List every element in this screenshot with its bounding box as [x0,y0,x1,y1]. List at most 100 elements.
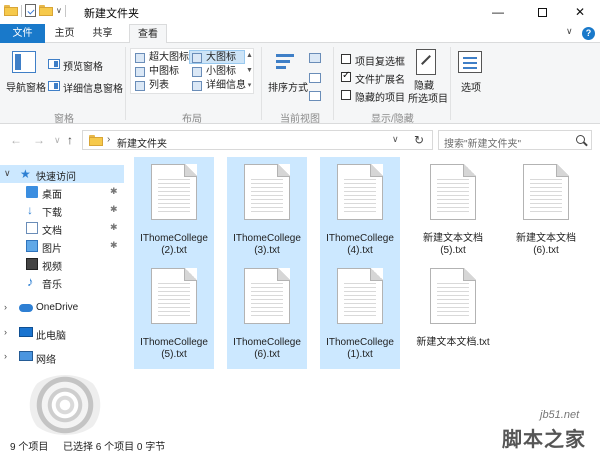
group-separator [261,47,262,120]
text-file-icon [430,164,476,220]
sidebar-item-onedrive[interactable]: › OneDrive [0,299,124,317]
ribbon-collapse-icon[interactable]: ∨ [566,26,573,37]
search-placeholder: 搜索"新建文件夹" [444,139,522,150]
qat-separator [64,4,66,17]
sort-by-icon[interactable] [274,51,298,75]
minimize-button[interactable]: — [478,0,518,24]
sort-by-button[interactable]: 排序方式 [268,79,308,94]
details-pane-button[interactable]: 详细信息窗格 [63,80,123,95]
refresh-icon[interactable]: ↻ [414,133,424,147]
layout-extra-large-icons[interactable]: 超大图标 [133,51,189,65]
sidebar-item-documents[interactable]: 文档 ✱ [0,219,124,237]
layout-details[interactable]: 详细信息 [190,79,246,93]
chevron-down-icon[interactable]: ∨ [4,168,11,179]
folder-icon [4,5,18,16]
file-name: IThomeCollege (2).txt [140,233,208,256]
file-item[interactable]: 新建文本文档 (5).txt [413,157,493,265]
file-item[interactable]: 新建文本文档.txt [413,261,493,369]
item-count: 9 个项目 [10,442,49,453]
help-icon[interactable]: ? [582,27,595,40]
forward-button[interactable]: → [33,133,45,147]
sidebar-item-pictures[interactable]: 图片 ✱ [0,237,124,255]
breadcrumb[interactable]: 新建文件夹 [117,135,167,150]
navigation-pane: ∨ ★ 快速访问 桌面 ✱ ↓ 下载 ✱ 文档 ✱ 图片 ✱ 视频 ♪ 音乐 ›… [0,158,124,435]
size-columns-icon[interactable] [309,91,321,101]
sidebar-item-label: 下载 [42,208,62,219]
tab-share[interactable]: 共享 [85,24,120,43]
sidebar-item-music[interactable]: ♪ 音乐 [0,273,124,291]
file-item[interactable]: IThomeCollege (4).txt [320,157,400,265]
hide-selected-label-2[interactable]: 所选项目 [408,90,448,105]
up-button[interactable]: ↑ [67,133,73,147]
text-file-icon [523,164,569,220]
address-bar[interactable]: › 新建文件夹 ∨ ↻ [82,130,433,150]
options-icon[interactable] [458,51,482,73]
navigation-pane-icon[interactable] [12,51,36,73]
file-name: IThomeCollege (4).txt [326,233,394,256]
sidebar-item-downloads[interactable]: ↓ 下载 ✱ [0,201,124,219]
properties-icon[interactable] [25,4,36,17]
chevron-right-icon[interactable]: › [4,302,7,312]
small-icons-icon [192,67,202,77]
layout-large-icons[interactable]: 大图标 [189,50,245,64]
file-item[interactable]: 新建文本文档 (6).txt [506,157,586,265]
item-checkboxes-checkbox[interactable] [341,54,351,64]
sidebar-item-videos[interactable]: 视频 [0,255,124,273]
layout-list[interactable]: 列表 [133,79,189,93]
qat-customize-icon[interactable]: ∨ [56,6,62,15]
onedrive-icon [19,304,33,312]
layout-small-icons[interactable]: 小图标 [190,65,246,79]
sidebar-item-desktop[interactable]: 桌面 ✱ [0,183,124,201]
back-button[interactable]: ← [10,133,22,147]
sidebar-item-label: 视频 [42,262,62,273]
quick-access-toolbar: ∨ [4,4,66,17]
file-item[interactable]: IThomeCollege (3).txt [227,157,307,265]
hide-selected-icon[interactable] [416,49,436,75]
search-input[interactable]: 搜索"新建文件夹" [438,130,592,150]
file-name: IThomeCollege (3).txt [233,233,301,256]
file-item[interactable]: IThomeCollege (2).txt [134,157,214,265]
sidebar-item-network[interactable]: › 网络 [0,348,124,366]
layout-medium-icons[interactable]: 中图标 [133,65,189,79]
address-dropdown-icon[interactable]: ∨ [392,134,399,145]
breadcrumb-separator[interactable]: › [107,134,110,145]
preview-pane-button[interactable]: 预览窗格 [63,58,103,73]
options-button[interactable]: 选项 [461,79,481,94]
maximize-button[interactable] [522,0,562,24]
pictures-icon [26,240,38,252]
group-separator [450,47,451,120]
group-by-icon[interactable] [309,53,321,63]
this-pc-icon [19,327,33,337]
layout-gallery: 超大图标 大图标 中图标 小图标 列表 详细信息 [130,48,254,94]
preview-pane-icon [48,59,60,69]
show-hide-group-label: 显示/隐藏 [371,114,414,125]
file-name: 新建文本文档 (5).txt [423,233,483,256]
decorative-swirl-image [25,375,105,435]
sidebar-item-quick-access[interactable]: ∨ ★ 快速访问 [0,165,124,183]
file-item[interactable]: IThomeCollege (1).txt [320,261,400,369]
sidebar-item-label: 图片 [42,244,62,255]
tab-home[interactable]: 主页 [47,24,82,43]
new-folder-icon[interactable] [39,5,53,16]
add-columns-icon[interactable] [309,73,321,83]
address-row: ← → ∨ ↑ › 新建文件夹 ∨ ↻ 搜索"新建文件夹" [0,125,600,155]
recent-locations-button[interactable]: ∨ [54,135,61,146]
tab-view[interactable]: 查看 [129,24,167,44]
chevron-right-icon[interactable]: › [4,351,7,361]
hidden-items-checkbox[interactable] [341,90,351,100]
pin-icon: ✱ [110,204,118,214]
panes-group-label: 窗格 [54,114,74,125]
layout-scroll[interactable]: ▲ ▼ ▾ [245,48,254,94]
file-name: IThomeCollege (1).txt [326,337,394,360]
file-item[interactable]: IThomeCollege (5).txt [134,261,214,369]
file-item[interactable]: IThomeCollege (6).txt [227,261,307,369]
current-view-group-label: 当前视图 [280,114,320,125]
documents-icon [26,222,38,234]
file-extensions-checkbox[interactable] [341,70,351,82]
tab-file[interactable]: 文件 [0,24,45,43]
close-button[interactable]: ✕ [560,0,600,24]
sidebar-item-this-pc[interactable]: › 此电脑 [0,324,124,342]
star-icon: ★ [20,167,31,181]
chevron-right-icon[interactable]: › [4,327,7,337]
navigation-pane-button[interactable]: 导航窗格 [6,79,46,94]
